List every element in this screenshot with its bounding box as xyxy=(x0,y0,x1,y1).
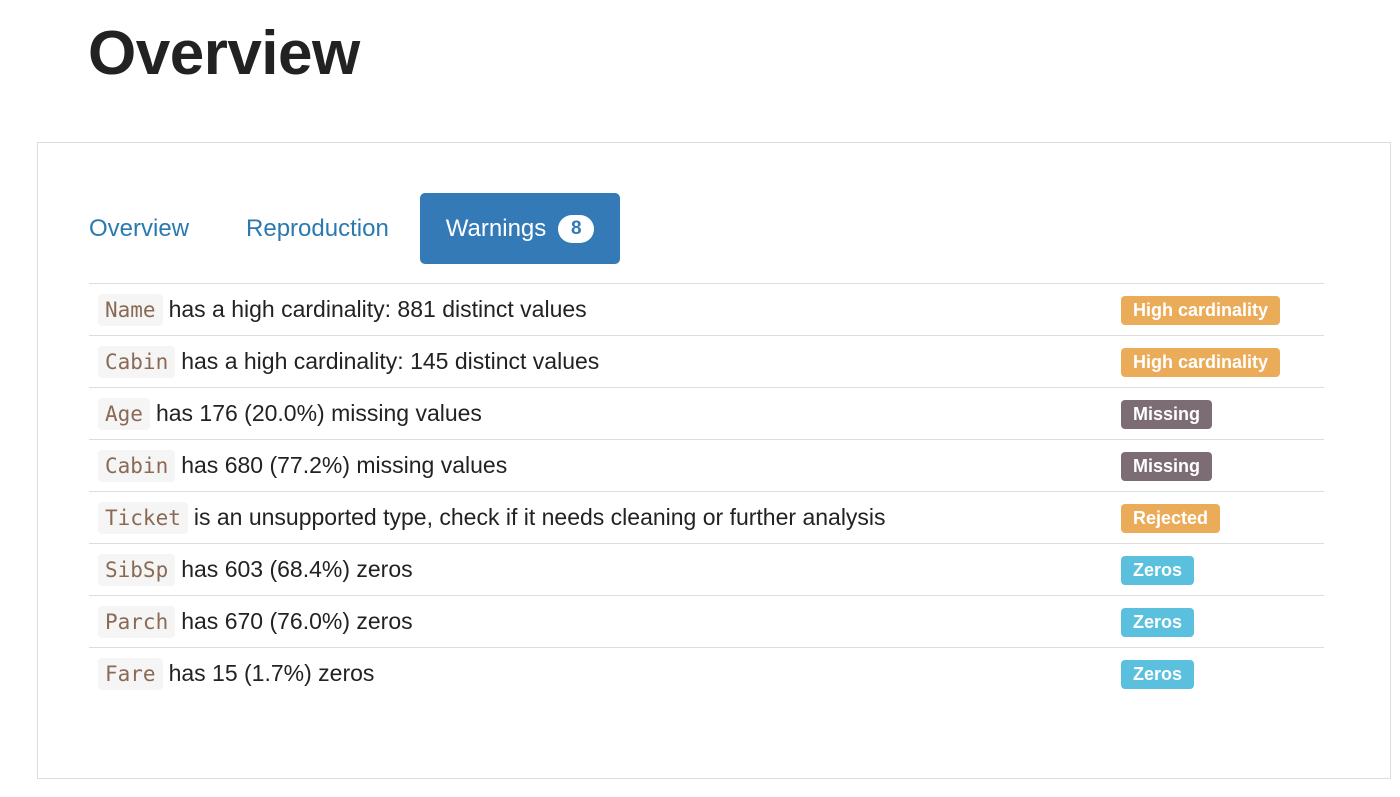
warning-message: has 15 (1.7%) zeros xyxy=(168,660,375,686)
warning-type-badge: High cardinality xyxy=(1121,347,1281,377)
tab-overview[interactable]: Overview xyxy=(89,215,189,243)
warning-text: Fare has 15 (1.7%) zeros xyxy=(89,647,1113,699)
tab-warnings[interactable]: Warnings 8 xyxy=(419,193,621,264)
warning-text: Age has 176 (20.0%) missing values xyxy=(89,387,1113,440)
badge-cell: Missing xyxy=(1113,387,1324,440)
column-name[interactable]: Cabin xyxy=(98,346,176,378)
warning-text: SibSp has 603 (68.4%) zeros xyxy=(89,543,1113,596)
table-row: Ticket is an unsupported type, check if i… xyxy=(89,491,1324,544)
badge-cell: High cardinality xyxy=(1113,335,1324,388)
column-name[interactable]: Cabin xyxy=(98,450,176,482)
column-name[interactable]: Parch xyxy=(98,606,176,638)
warning-message: has 176 (20.0%) missing values xyxy=(155,400,482,426)
warning-type-badge: Missing xyxy=(1121,399,1213,429)
table-row: Cabin has 680 (77.2%) missing values Missi… xyxy=(89,439,1324,492)
table-row: Fare has 15 (1.7%) zeros Zeros xyxy=(89,647,1324,699)
warnings-count-badge: 8 xyxy=(558,214,595,243)
column-name[interactable]: Ticket xyxy=(98,502,188,534)
table-row: Age has 176 (20.0%) missing values Missing xyxy=(89,387,1324,440)
badge-cell: Zeros xyxy=(1113,595,1324,648)
warning-type-badge: High cardinality xyxy=(1121,295,1281,325)
badge-cell: Rejected xyxy=(1113,491,1324,544)
warning-text: Cabin has a high cardinality: 145 distinc… xyxy=(89,335,1113,388)
warning-message: has 680 (77.2%) missing values xyxy=(181,452,508,478)
warning-type-badge: Rejected xyxy=(1121,503,1221,533)
warning-message: has 670 (76.0%) zeros xyxy=(181,608,413,634)
badge-cell: Missing xyxy=(1113,439,1324,492)
warning-message: is an unsupported type, check if it need… xyxy=(193,504,886,530)
tab-warnings-label: Warnings xyxy=(445,214,547,242)
badge-cell: Zeros xyxy=(1113,647,1324,699)
warning-text: Name has a high cardinality: 881 distinct… xyxy=(89,283,1113,336)
warning-message: has a high cardinality: 881 distinct val… xyxy=(168,296,587,322)
badge-cell: High cardinality xyxy=(1113,283,1324,336)
table-row: Name has a high cardinality: 881 distinct… xyxy=(89,283,1324,336)
warning-text: Parch has 670 (76.0%) zeros xyxy=(89,595,1113,648)
warning-message: has 603 (68.4%) zeros xyxy=(181,556,413,582)
badge-cell: Zeros xyxy=(1113,543,1324,596)
warning-message: has a high cardinality: 145 distinct val… xyxy=(181,348,600,374)
column-name[interactable]: SibSp xyxy=(98,554,176,586)
warning-type-badge: Zeros xyxy=(1121,555,1195,585)
tab-bar: Overview Reproduction Warnings 8 xyxy=(89,193,677,264)
column-name[interactable]: Name xyxy=(98,294,163,326)
warnings-table: Name has a high cardinality: 881 distinct… xyxy=(89,283,1324,699)
table-row: Parch has 670 (76.0%) zeros Zeros xyxy=(89,595,1324,648)
warning-type-badge: Missing xyxy=(1121,451,1213,481)
table-row: Cabin has a high cardinality: 145 distinc… xyxy=(89,335,1324,388)
warning-type-badge: Zeros xyxy=(1121,607,1195,637)
column-name[interactable]: Fare xyxy=(98,658,163,690)
tab-reproduction[interactable]: Reproduction xyxy=(246,215,389,243)
warning-type-badge: Zeros xyxy=(1121,659,1195,689)
column-name[interactable]: Age xyxy=(98,398,150,430)
warning-text: Ticket is an unsupported type, check if i… xyxy=(89,491,1113,544)
warning-text: Cabin has 680 (77.2%) missing values xyxy=(89,439,1113,492)
page-title: Overview xyxy=(88,19,360,88)
table-row: SibSp has 603 (68.4%) zeros Zeros xyxy=(89,543,1324,596)
